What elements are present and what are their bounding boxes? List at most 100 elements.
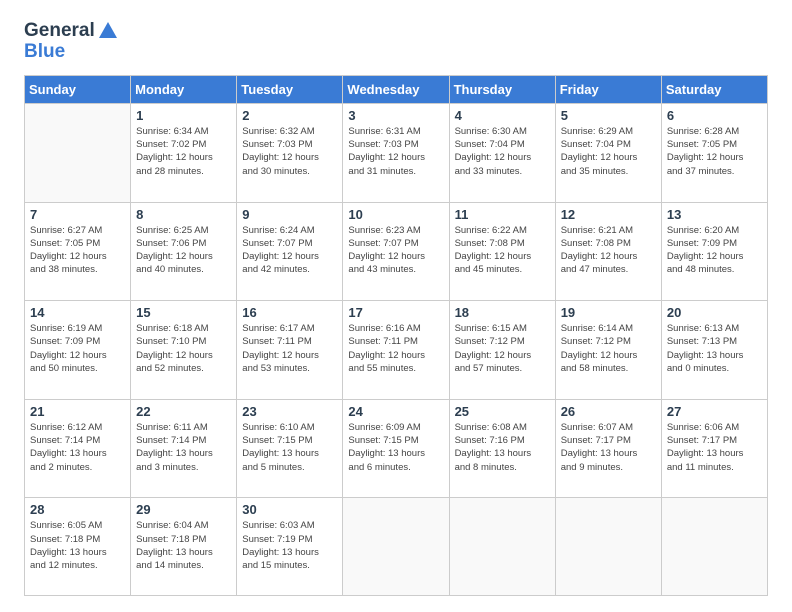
day-info: Sunrise: 6:14 AM Sunset: 7:12 PM Dayligh… — [561, 322, 656, 375]
day-info: Sunrise: 6:13 AM Sunset: 7:13 PM Dayligh… — [667, 322, 762, 375]
calendar-cell — [555, 498, 661, 596]
day-number: 6 — [667, 108, 762, 123]
calendar-cell: 15 Sunrise: 6:18 AM Sunset: 7:10 PM Dayli… — [131, 301, 237, 400]
col-header-sunday: Sunday — [25, 75, 131, 103]
day-number: 10 — [348, 207, 443, 222]
col-header-monday: Monday — [131, 75, 237, 103]
col-header-saturday: Saturday — [661, 75, 767, 103]
calendar-cell: 16 Sunrise: 6:17 AM Sunset: 7:11 PM Dayli… — [237, 301, 343, 400]
day-number: 28 — [30, 502, 125, 517]
calendar-cell: 3Sunrise: 6:31 AM Sunset: 7:03 PM Daylig… — [343, 103, 449, 202]
logo-icon — [97, 20, 119, 42]
week-row-2: 7 Sunrise: 6:27 AM Sunset: 7:05 PM Daylig… — [25, 202, 768, 301]
day-info: Sunrise: 6:23 AM Sunset: 7:07 PM Dayligh… — [348, 224, 443, 277]
calendar-cell: 9 Sunrise: 6:24 AM Sunset: 7:07 PM Daylig… — [237, 202, 343, 301]
day-info: Sunrise: 6:05 AM Sunset: 7:18 PM Dayligh… — [30, 519, 125, 572]
day-number: 9 — [242, 207, 337, 222]
calendar-cell: 27 Sunrise: 6:06 AM Sunset: 7:17 PM Dayli… — [661, 399, 767, 498]
calendar-cell: 10 Sunrise: 6:23 AM Sunset: 7:07 PM Dayli… — [343, 202, 449, 301]
day-number: 11 — [455, 207, 550, 222]
calendar-cell: 30 Sunrise: 6:03 AM Sunset: 7:19 PM Dayli… — [237, 498, 343, 596]
day-info: Sunrise: 6:08 AM Sunset: 7:16 PM Dayligh… — [455, 421, 550, 474]
week-row-1: 1Sunrise: 6:34 AM Sunset: 7:02 PM Daylig… — [25, 103, 768, 202]
calendar-cell — [449, 498, 555, 596]
day-number: 4 — [455, 108, 550, 123]
day-number: 26 — [561, 404, 656, 419]
week-row-3: 14 Sunrise: 6:19 AM Sunset: 7:09 PM Dayli… — [25, 301, 768, 400]
day-number: 15 — [136, 305, 231, 320]
day-info: Sunrise: 6:07 AM Sunset: 7:17 PM Dayligh… — [561, 421, 656, 474]
day-info: Sunrise: 6:15 AM Sunset: 7:12 PM Dayligh… — [455, 322, 550, 375]
day-number: 21 — [30, 404, 125, 419]
day-info: Sunrise: 6:24 AM Sunset: 7:07 PM Dayligh… — [242, 224, 337, 277]
calendar-cell: 2 Sunrise: 6:32 AM Sunset: 7:03 PM Daylig… — [237, 103, 343, 202]
calendar-cell: 17 Sunrise: 6:16 AM Sunset: 7:11 PM Dayli… — [343, 301, 449, 400]
day-number: 24 — [348, 404, 443, 419]
calendar-cell: 7 Sunrise: 6:27 AM Sunset: 7:05 PM Daylig… — [25, 202, 131, 301]
day-info: Sunrise: 6:04 AM Sunset: 7:18 PM Dayligh… — [136, 519, 231, 572]
day-number: 7 — [30, 207, 125, 222]
day-number: 5 — [561, 108, 656, 123]
day-info: Sunrise: 6:21 AM Sunset: 7:08 PM Dayligh… — [561, 224, 656, 277]
day-number: 8 — [136, 207, 231, 222]
calendar-cell: 29 Sunrise: 6:04 AM Sunset: 7:18 PM Dayli… — [131, 498, 237, 596]
day-info: Sunrise: 6:28 AM Sunset: 7:05 PM Dayligh… — [667, 125, 762, 178]
day-number: 3 — [348, 108, 443, 123]
day-number: 20 — [667, 305, 762, 320]
day-number: 29 — [136, 502, 231, 517]
day-number: 16 — [242, 305, 337, 320]
day-number: 18 — [455, 305, 550, 320]
day-info: Sunrise: 6:27 AM Sunset: 7:05 PM Dayligh… — [30, 224, 125, 277]
calendar-cell: 28 Sunrise: 6:05 AM Sunset: 7:18 PM Dayli… — [25, 498, 131, 596]
logo-blue: Blue — [24, 42, 119, 63]
day-info: Sunrise: 6:34 AM Sunset: 7:02 PM Dayligh… — [136, 125, 231, 178]
day-info: Sunrise: 6:18 AM Sunset: 7:10 PM Dayligh… — [136, 322, 231, 375]
calendar-cell: 20 Sunrise: 6:13 AM Sunset: 7:13 PM Dayli… — [661, 301, 767, 400]
calendar-cell: 5 Sunrise: 6:29 AM Sunset: 7:04 PM Daylig… — [555, 103, 661, 202]
header: General Blue — [24, 20, 768, 63]
col-header-thursday: Thursday — [449, 75, 555, 103]
day-number: 14 — [30, 305, 125, 320]
day-info: Sunrise: 6:32 AM Sunset: 7:03 PM Dayligh… — [242, 125, 337, 178]
calendar-cell: 13 Sunrise: 6:20 AM Sunset: 7:09 PM Dayli… — [661, 202, 767, 301]
day-number: 25 — [455, 404, 550, 419]
calendar: SundayMondayTuesdayWednesdayThursdayFrid… — [24, 75, 768, 596]
day-info: Sunrise: 6:17 AM Sunset: 7:11 PM Dayligh… — [242, 322, 337, 375]
calendar-cell: 4 Sunrise: 6:30 AM Sunset: 7:04 PM Daylig… — [449, 103, 555, 202]
day-info: Sunrise: 6:06 AM Sunset: 7:17 PM Dayligh… — [667, 421, 762, 474]
calendar-cell: 14 Sunrise: 6:19 AM Sunset: 7:09 PM Dayli… — [25, 301, 131, 400]
day-number: 17 — [348, 305, 443, 320]
calendar-cell: 19 Sunrise: 6:14 AM Sunset: 7:12 PM Dayli… — [555, 301, 661, 400]
day-info: Sunrise: 6:10 AM Sunset: 7:15 PM Dayligh… — [242, 421, 337, 474]
day-info: Sunrise: 6:29 AM Sunset: 7:04 PM Dayligh… — [561, 125, 656, 178]
day-info: Sunrise: 6:16 AM Sunset: 7:11 PM Dayligh… — [348, 322, 443, 375]
calendar-cell: 25 Sunrise: 6:08 AM Sunset: 7:16 PM Dayli… — [449, 399, 555, 498]
day-info: Sunrise: 6:09 AM Sunset: 7:15 PM Dayligh… — [348, 421, 443, 474]
col-header-friday: Friday — [555, 75, 661, 103]
calendar-header-row: SundayMondayTuesdayWednesdayThursdayFrid… — [25, 75, 768, 103]
day-number: 30 — [242, 502, 337, 517]
day-info: Sunrise: 6:22 AM Sunset: 7:08 PM Dayligh… — [455, 224, 550, 277]
page: General Blue SundayMondayTuesdayWednesda… — [0, 0, 792, 612]
calendar-cell: 26 Sunrise: 6:07 AM Sunset: 7:17 PM Dayli… — [555, 399, 661, 498]
calendar-cell: 12Sunrise: 6:21 AM Sunset: 7:08 PM Dayli… — [555, 202, 661, 301]
calendar-cell — [25, 103, 131, 202]
day-info: Sunrise: 6:19 AM Sunset: 7:09 PM Dayligh… — [30, 322, 125, 375]
calendar-cell: 1Sunrise: 6:34 AM Sunset: 7:02 PM Daylig… — [131, 103, 237, 202]
day-info: Sunrise: 6:12 AM Sunset: 7:14 PM Dayligh… — [30, 421, 125, 474]
day-number: 13 — [667, 207, 762, 222]
day-number: 22 — [136, 404, 231, 419]
day-info: Sunrise: 6:30 AM Sunset: 7:04 PM Dayligh… — [455, 125, 550, 178]
day-info: Sunrise: 6:25 AM Sunset: 7:06 PM Dayligh… — [136, 224, 231, 277]
calendar-cell: 22Sunrise: 6:11 AM Sunset: 7:14 PM Dayli… — [131, 399, 237, 498]
day-number: 27 — [667, 404, 762, 419]
logo-general: General — [24, 20, 95, 41]
day-number: 19 — [561, 305, 656, 320]
day-number: 2 — [242, 108, 337, 123]
day-info: Sunrise: 6:03 AM Sunset: 7:19 PM Dayligh… — [242, 519, 337, 572]
col-header-wednesday: Wednesday — [343, 75, 449, 103]
calendar-cell: 24 Sunrise: 6:09 AM Sunset: 7:15 PM Dayli… — [343, 399, 449, 498]
logo: General Blue — [24, 20, 119, 63]
calendar-cell: 21 Sunrise: 6:12 AM Sunset: 7:14 PM Dayli… — [25, 399, 131, 498]
day-info: Sunrise: 6:20 AM Sunset: 7:09 PM Dayligh… — [667, 224, 762, 277]
